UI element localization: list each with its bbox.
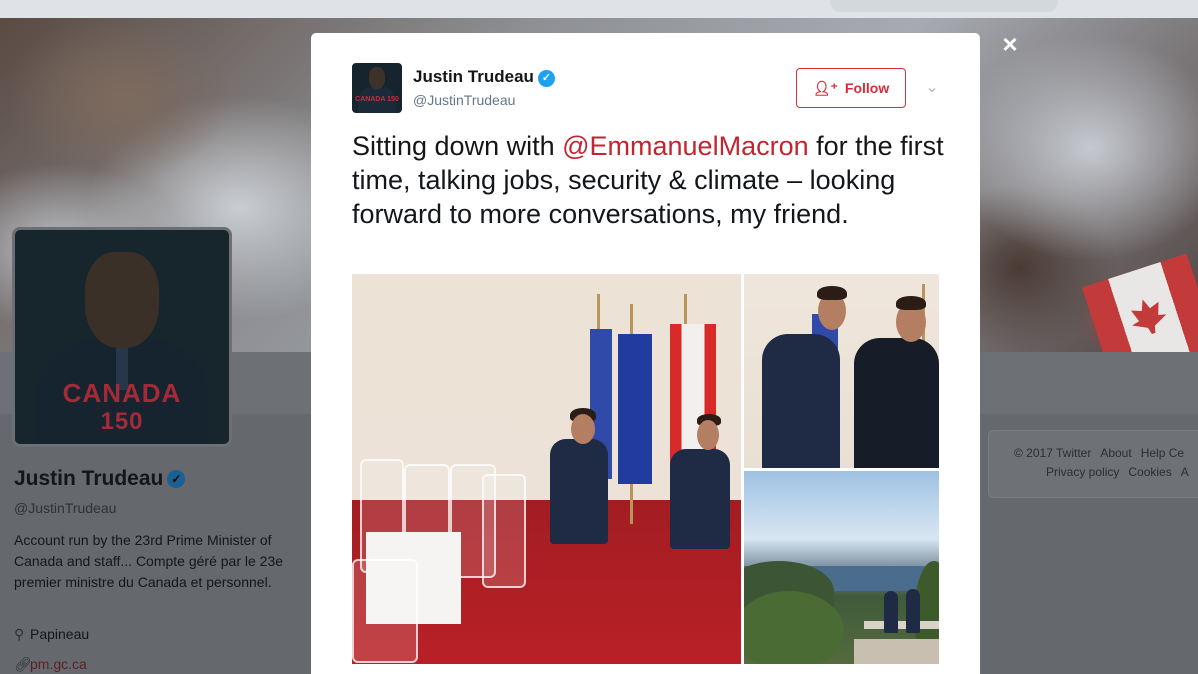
eu-flag bbox=[618, 334, 652, 484]
tweet-photo-handshake[interactable] bbox=[744, 274, 939, 468]
link-icon: 🔗︎ bbox=[14, 656, 32, 672]
footer-copyright: © 2017 Twitter bbox=[1014, 446, 1092, 460]
acrylic-chair bbox=[352, 559, 418, 663]
person-trudeau bbox=[762, 334, 840, 468]
verified-icon: ✓ bbox=[167, 470, 186, 488]
profile-bio: Account run by the 23rd Prime Minister o… bbox=[14, 532, 284, 590]
search-field[interactable] bbox=[830, 0, 1058, 12]
avatar-logo: CANADA 150 bbox=[355, 96, 399, 103]
maple-leaf-icon bbox=[1125, 294, 1170, 339]
tweet-text: Sitting down with @EmmanuelMacron for th… bbox=[352, 129, 952, 231]
chevron-down-icon[interactable]: ⌄ bbox=[922, 77, 942, 97]
avatar-face bbox=[85, 252, 159, 348]
hair bbox=[896, 296, 926, 310]
verified-badge-icon: ✓ bbox=[537, 70, 555, 87]
person-plus-icon: 👤︎⁺ bbox=[812, 79, 838, 96]
hair bbox=[817, 286, 847, 300]
tweet-author-name-text: Justin Trudeau bbox=[413, 67, 534, 86]
footer-links: © 2017 Twitter About Help Ce Privacy polic… bbox=[1014, 444, 1198, 482]
head bbox=[571, 414, 595, 444]
footer-link-ads[interactable]: A bbox=[1181, 465, 1189, 479]
terrace-railing bbox=[864, 621, 939, 629]
person-macron bbox=[854, 338, 939, 468]
tweet-author-handle[interactable]: @JustinTrudeau bbox=[413, 92, 515, 108]
profile-website[interactable]: 🔗︎pm.gc.ca bbox=[14, 656, 87, 673]
person bbox=[906, 589, 920, 633]
tweet-mention-link[interactable]: @EmmanuelMacron bbox=[562, 131, 809, 161]
profile-name[interactable]: Justin Trudeau ✓ bbox=[14, 467, 186, 491]
tweet-text-prefix: Sitting down with bbox=[352, 131, 563, 161]
follow-button[interactable]: 👤︎⁺ Follow bbox=[796, 68, 906, 108]
location-pin-icon: ⚲ bbox=[14, 626, 25, 642]
close-modal-button[interactable]: × bbox=[996, 30, 1024, 58]
profile-website-text[interactable]: pm.gc.ca bbox=[30, 656, 87, 672]
avatar-face bbox=[369, 67, 385, 89]
tweet-author-name[interactable]: Justin Trudeau ✓ bbox=[413, 67, 555, 87]
avatar-logo-number: 150 bbox=[100, 408, 144, 435]
person bbox=[884, 591, 898, 633]
footer-link-help[interactable]: Help Ce bbox=[1141, 446, 1184, 460]
header-canada-flag bbox=[1081, 253, 1198, 352]
person-trudeau bbox=[550, 439, 608, 544]
profile-avatar[interactable]: CANADA 150 bbox=[12, 227, 232, 447]
tweet-photo-meeting-room[interactable] bbox=[352, 274, 741, 664]
profile-handle[interactable]: @JustinTrudeau bbox=[14, 500, 116, 516]
tweet-photo-terrace[interactable] bbox=[744, 471, 939, 664]
head bbox=[697, 420, 719, 450]
profile-location-text: Papineau bbox=[30, 626, 90, 642]
profile-location: ⚲ Papineau bbox=[14, 626, 89, 643]
follow-button-label: Follow bbox=[844, 80, 890, 96]
tweet-modal: CANADA 150 Justin Trudeau ✓ @JustinTrudea… bbox=[311, 33, 980, 674]
terrace-wall bbox=[854, 639, 939, 664]
tweet-author-avatar[interactable]: CANADA 150 bbox=[352, 63, 402, 113]
footer-link-privacy[interactable]: Privacy policy bbox=[1046, 465, 1119, 479]
acrylic-chair bbox=[482, 474, 526, 588]
profile-name-text: Justin Trudeau bbox=[14, 467, 164, 490]
footer-link-about[interactable]: About bbox=[1100, 446, 1131, 460]
footer-link-cookies[interactable]: Cookies bbox=[1128, 465, 1171, 479]
top-navigation-bar bbox=[0, 0, 1198, 18]
person-macron bbox=[670, 449, 730, 549]
avatar-logo-text: CANADA bbox=[62, 378, 182, 408]
